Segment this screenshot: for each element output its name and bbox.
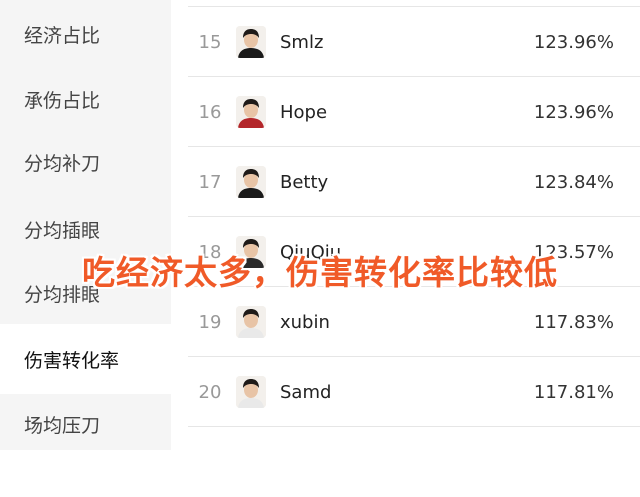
sidebar-item-damage-conversion-rate[interactable]: 伤害转化率 [0,324,171,394]
sidebar-item-label: 伤害转化率 [24,349,120,372]
ranking-list: 15 Smlz 123.96% 16 Hope 123.96% 17 Betty 123.84%… [171,0,640,450]
player-name: Hope [280,101,328,123]
damage-conversion-value: 123.96% [533,31,614,53]
player-avatar-icon [236,306,266,338]
player-name: Smlz [280,31,324,53]
table-row-partial [188,427,640,497]
table-row[interactable]: 15 Smlz 123.96% [188,7,640,77]
sidebar-item-label: 承伤占比 [24,89,101,112]
sidebar-item-cs-per-minute[interactable]: 分均补刀 [0,127,171,197]
damage-conversion-value: 123.96% [533,101,614,123]
player-name: Samd [280,381,332,403]
rank-number: 20 [198,381,222,403]
overlay-caption: 吃经济太多，伤害转化率比较低 [82,253,558,292]
player-avatar-icon [236,166,266,198]
sidebar-item-damage-taken-share[interactable]: 承伤占比 [0,64,171,134]
damage-conversion-value: 123.84% [533,171,614,193]
sidebar-item-economy-share[interactable]: 经济占比 [0,0,171,69]
rank-number: 15 [198,31,222,53]
sidebar-item-cs-lead-per-game[interactable]: 场均压刀 [0,389,171,459]
rank-number: 17 [198,171,222,193]
table-row[interactable]: 16 Hope 123.96% [188,77,640,147]
table-row[interactable]: 20 Samd 117.81% [188,357,640,427]
player-name: Betty [280,171,329,193]
table-row-partial [188,0,640,7]
player-avatar-icon [236,26,266,58]
player-avatar-icon [236,376,266,408]
damage-conversion-value: 117.81% [533,381,614,403]
sidebar-item-label: 经济占比 [24,24,101,47]
sidebar-item-label: 分均插眼 [24,219,101,242]
table-row[interactable]: 17 Betty 123.84% [188,147,640,217]
sidebar-item-label: 场均压刀 [24,414,101,437]
player-avatar-icon [236,96,266,128]
sidebar-item-label: 分均补刀 [24,152,101,175]
metric-sidebar: 经济占比 承伤占比 分均补刀 分均插眼 分均排眼 伤害转化率 场均压刀 [0,0,171,450]
rank-number: 16 [198,101,222,123]
